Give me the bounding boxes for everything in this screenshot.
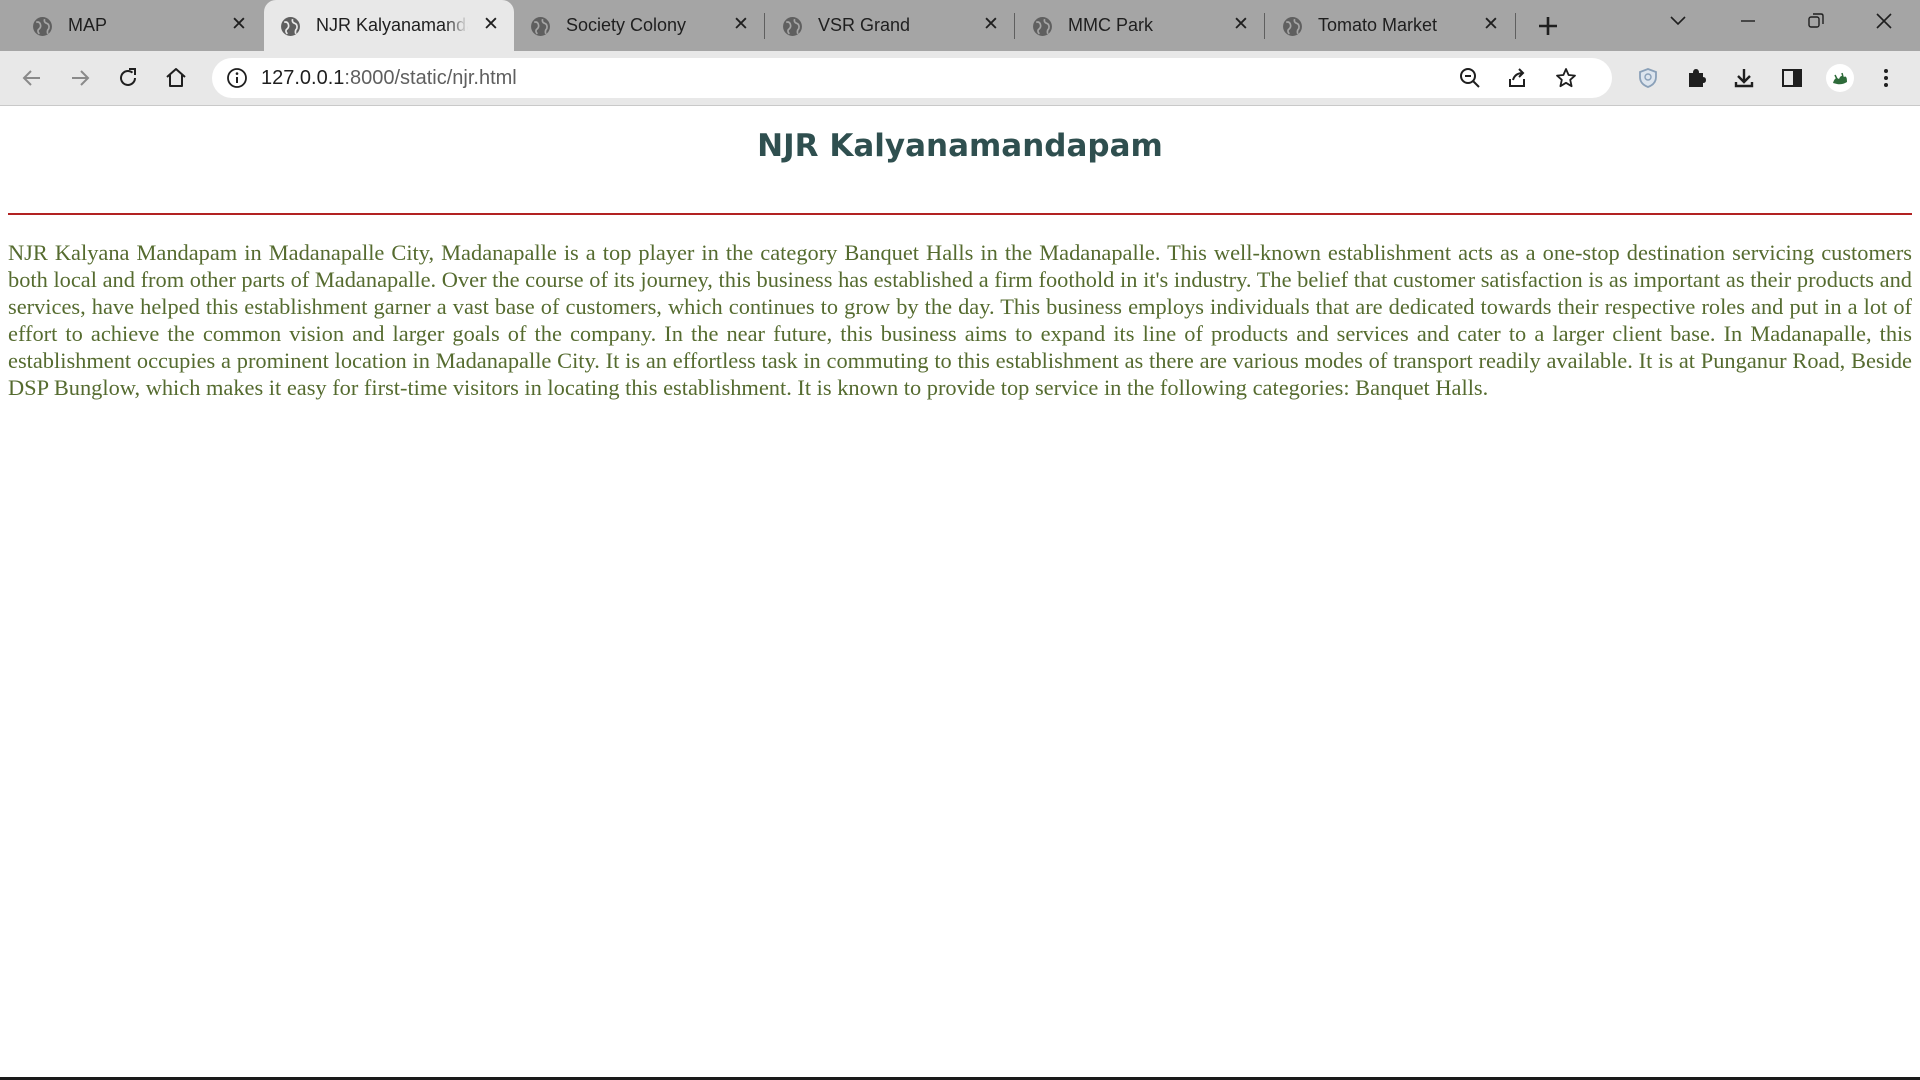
new-tab-button[interactable] — [1532, 10, 1564, 42]
home-icon — [166, 68, 186, 87]
tab-title: MAP — [68, 15, 108, 35]
menu-button[interactable] — [1868, 60, 1904, 96]
close-window-button[interactable] — [1850, 0, 1918, 42]
globe-icon — [783, 17, 802, 36]
tab-search-button[interactable] — [1644, 0, 1712, 42]
chevron-down-icon — [1670, 16, 1686, 26]
globe-icon — [1033, 17, 1052, 36]
plus-icon — [1539, 17, 1557, 35]
home-button[interactable] — [158, 60, 194, 96]
side-panel-button[interactable] — [1774, 60, 1810, 96]
url-text[interactable]: 127.0.0.1:8000/static/njr.html — [261, 66, 517, 90]
close-tab-icon[interactable]: ✕ — [228, 14, 250, 36]
address-bar[interactable]: 127.0.0.1:8000/static/njr.html — [212, 58, 1612, 98]
arrow-right-icon — [72, 70, 90, 86]
side-panel-icon — [1782, 69, 1802, 87]
tab-njr-kalyanamandapam[interactable]: NJR Kalyanamandapam ✕ — [264, 0, 514, 51]
minimize-button[interactable] — [1714, 0, 1782, 42]
avatar — [1826, 64, 1854, 92]
star-icon — [1556, 68, 1576, 88]
close-tab-icon[interactable]: ✕ — [1480, 14, 1502, 36]
reload-button[interactable] — [110, 60, 146, 96]
tab-title: NJR Kalyanamandapam — [316, 15, 468, 35]
minimize-icon — [1741, 20, 1755, 22]
tab-title: MMC Park — [1068, 15, 1153, 35]
tab-mmc-park[interactable]: MMC Park ✕ — [1016, 0, 1266, 51]
tab-separator — [1264, 13, 1265, 39]
extensions-button[interactable] — [1678, 60, 1714, 96]
tab-map[interactable]: MAP ✕ — [16, 0, 256, 51]
tab-separator — [764, 13, 765, 39]
zoom-button[interactable] — [1452, 60, 1488, 96]
tab-title: Society Colony — [566, 15, 687, 35]
tab-society-colony[interactable]: Society Colony ✕ — [514, 0, 764, 51]
restore-icon — [1808, 13, 1824, 28]
web-page: NJR Kalyanamandapam NJR Kalyana Mandapam… — [0, 106, 1920, 1080]
page-description: NJR Kalyana Mandapam in Madanapalle City… — [8, 240, 1912, 400]
page-title: NJR Kalyanamandapam — [757, 128, 1163, 164]
url-path: :8000/static/njr.html — [344, 67, 517, 89]
tab-tomato-market[interactable]: Tomato Market ✕ — [1266, 0, 1516, 51]
browser-toolbar: 127.0.0.1:8000/static/njr.html — [0, 51, 1920, 106]
forward-button[interactable] — [62, 60, 98, 96]
tab-separator — [1014, 13, 1015, 39]
download-icon — [1734, 69, 1754, 88]
zoom-out-icon — [1460, 68, 1480, 88]
url-host: 127.0.0.1 — [261, 67, 345, 89]
profile-button[interactable] — [1822, 60, 1858, 96]
shield-icon — [1639, 68, 1657, 88]
close-icon — [1876, 13, 1892, 29]
info-icon[interactable] — [226, 67, 248, 89]
globe-icon — [1283, 17, 1302, 36]
restore-button[interactable] — [1782, 0, 1850, 42]
tab-vsr-grand[interactable]: VSR Grand ✕ — [766, 0, 1016, 51]
share-button[interactable] — [1500, 60, 1536, 96]
puzzle-icon — [1689, 69, 1706, 87]
share-icon — [1509, 68, 1525, 87]
tab-strip: MAP ✕ NJR Kalyanamandapam ✕ Society Colo… — [0, 0, 1920, 51]
extension-shield-button[interactable] — [1630, 60, 1666, 96]
globe-icon — [531, 17, 550, 36]
bookmark-button[interactable] — [1548, 60, 1584, 96]
globe-icon — [281, 17, 300, 36]
arrow-left-icon — [22, 70, 40, 86]
downloads-button[interactable] — [1726, 60, 1762, 96]
back-button[interactable] — [14, 60, 50, 96]
close-tab-icon[interactable]: ✕ — [480, 14, 502, 36]
tab-separator — [1515, 13, 1516, 39]
tab-title: VSR Grand — [818, 15, 911, 35]
close-tab-icon[interactable]: ✕ — [1230, 14, 1252, 36]
tab-title: Tomato Market — [1318, 15, 1438, 35]
close-tab-icon[interactable]: ✕ — [730, 14, 752, 36]
kebab-menu-icon — [1884, 69, 1888, 87]
globe-icon — [33, 17, 52, 36]
reload-icon — [120, 68, 136, 86]
close-tab-icon[interactable]: ✕ — [980, 14, 1002, 36]
title-divider — [8, 213, 1912, 215]
